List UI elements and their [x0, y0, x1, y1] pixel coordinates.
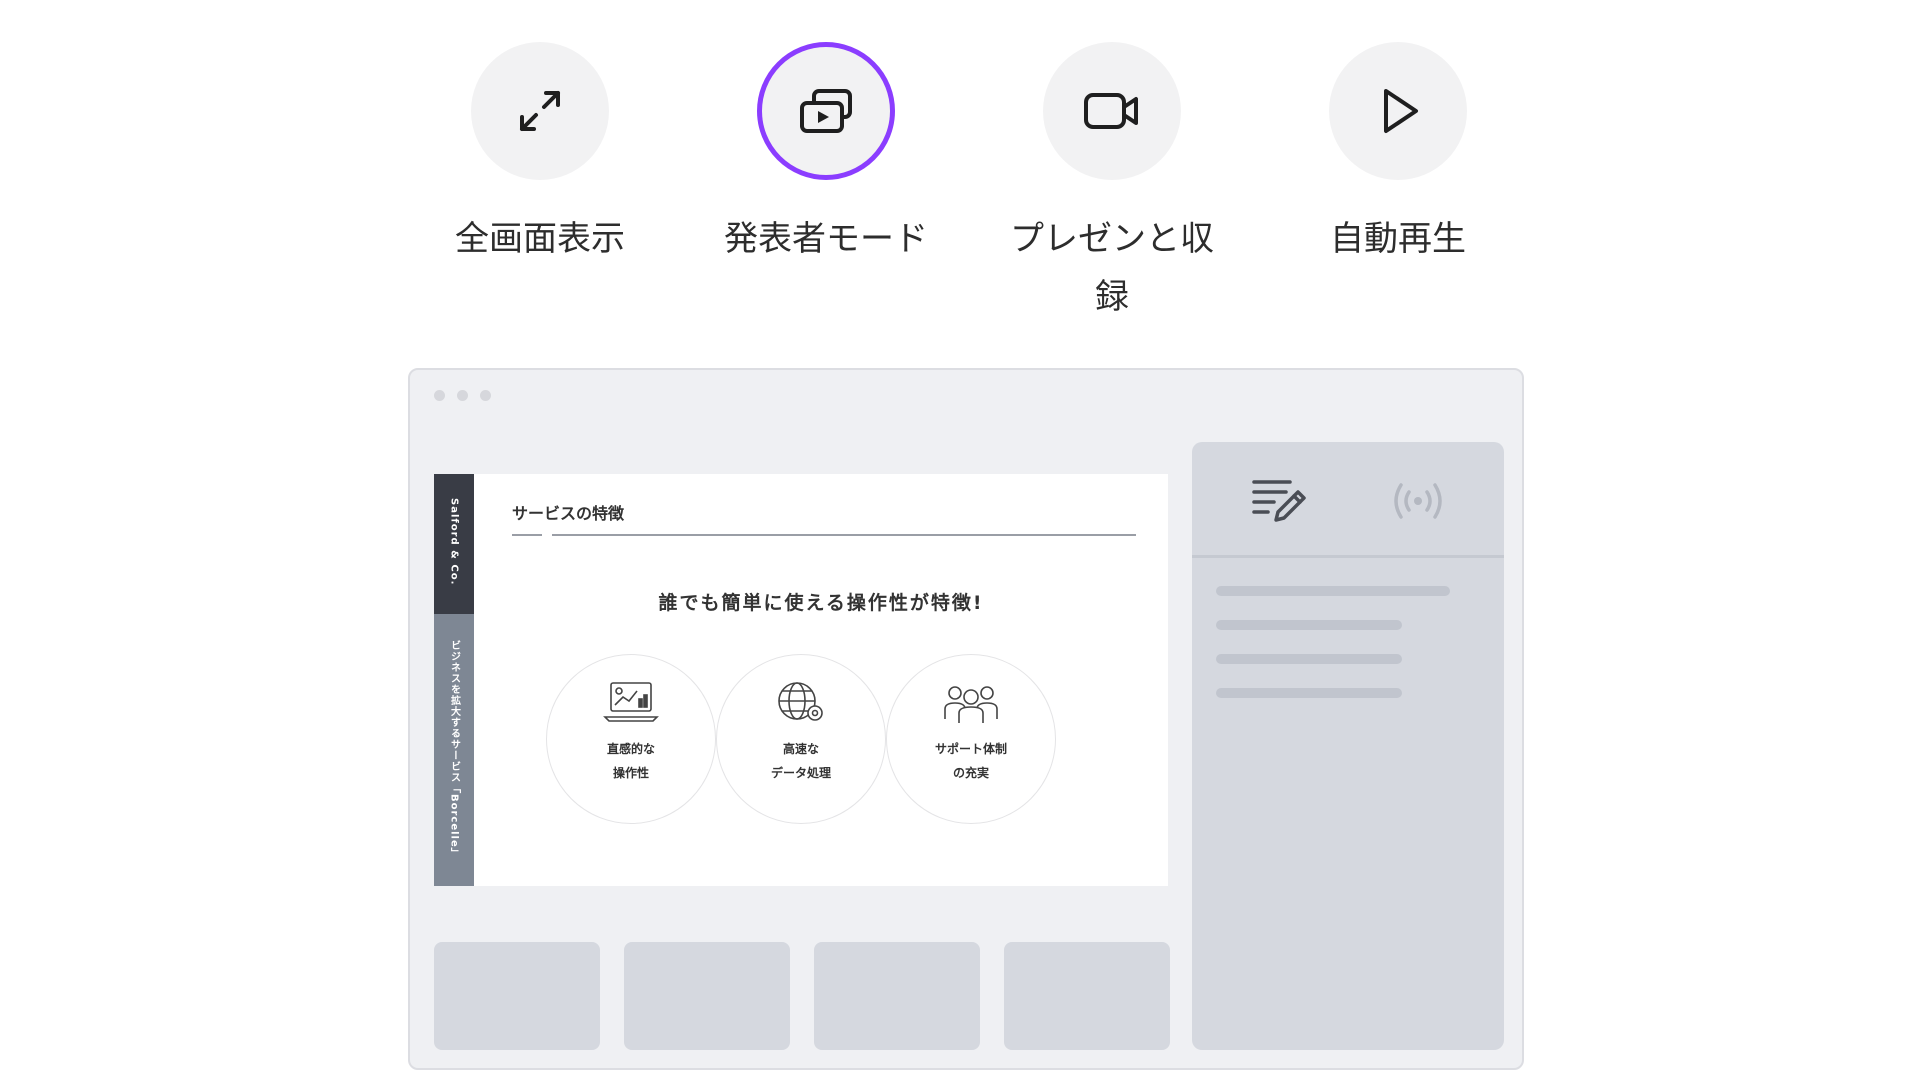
notes-edit-icon [1252, 480, 1306, 522]
feature-text: サポート体制 の充実 [934, 742, 1007, 780]
record-mode-label: プレゼンと収録 [1010, 219, 1214, 317]
feature-circle: サポート体制 の充実 [886, 654, 1056, 824]
title-rule-long [552, 534, 1136, 536]
slide-tagline: ビジネスを拡大するサービス「Borcelle」 [448, 640, 460, 859]
feature-circle: 高速な データ処理 [716, 654, 886, 824]
slide-brand: Salford & Co. [448, 498, 460, 586]
presenter-mode-button[interactable]: 発表者モード [716, 42, 936, 268]
fullscreen-mode-label: 全画面表示 [455, 219, 625, 259]
notes-placeholder-line [1216, 620, 1402, 630]
slide-thumbnail[interactable] [434, 942, 600, 1050]
window-dot-maximize [480, 390, 491, 401]
notes-placeholder-line [1216, 654, 1402, 664]
expand-arrows-icon [520, 91, 560, 131]
window-dot-close [434, 390, 445, 401]
presenter-screen-icon [800, 89, 852, 133]
slide-heading: 誰でも簡単に使える操作性が特徴! [658, 592, 984, 614]
slide-thumbnail[interactable] [624, 942, 790, 1050]
feature-circle: 直感的な 操作性 [546, 654, 716, 824]
autoplay-mode-button[interactable]: 自動再生 [1288, 42, 1508, 268]
window-dot-minimize [457, 390, 468, 401]
broadcast-tab[interactable] [1388, 476, 1448, 530]
current-slide: Salford & Co. ビジネスを拡大するサービス「Borcelle」 サー… [434, 474, 1168, 886]
support-team-icon [944, 686, 998, 723]
laptop-chart-icon [603, 682, 659, 722]
slide-thumbnail[interactable] [814, 942, 980, 1050]
notes-placeholder-line [1216, 586, 1450, 596]
feature-text: 高速な データ処理 [770, 742, 831, 780]
notes-tab[interactable] [1250, 476, 1310, 530]
notes-placeholder-line [1216, 688, 1402, 698]
autoplay-mode-label: 自動再生 [1330, 219, 1466, 259]
window-controls [434, 390, 491, 401]
panel-header [1192, 442, 1504, 558]
fullscreen-mode-circle[interactable] [471, 42, 609, 180]
presenter-mode-circle[interactable] [757, 42, 895, 180]
slide-title: サービスの特徴 [512, 504, 625, 523]
presenter-notes-panel [1192, 442, 1504, 1050]
feature-text: 直感的な 操作性 [606, 742, 655, 780]
presenter-mode-label: 発表者モード [724, 219, 928, 259]
presentation-mode-options: 全画面表示 発表者モード プレゼンと収録 自動再生 [0, 0, 1920, 330]
play-icon [1384, 89, 1418, 133]
broadcast-icon [1394, 483, 1442, 519]
autoplay-mode-circle[interactable] [1329, 42, 1467, 180]
record-mode-circle[interactable] [1043, 42, 1181, 180]
slide-thumbnail[interactable] [1004, 942, 1170, 1050]
video-camera-icon [1084, 93, 1138, 129]
globe-gear-icon [778, 682, 823, 721]
title-rule-short [512, 534, 542, 536]
record-mode-button[interactable]: プレゼンと収録 [1002, 42, 1222, 326]
fullscreen-mode-button[interactable]: 全画面表示 [430, 42, 650, 268]
presenter-view-window: Salford & Co. ビジネスを拡大するサービス「Borcelle」 サー… [408, 368, 1524, 1070]
